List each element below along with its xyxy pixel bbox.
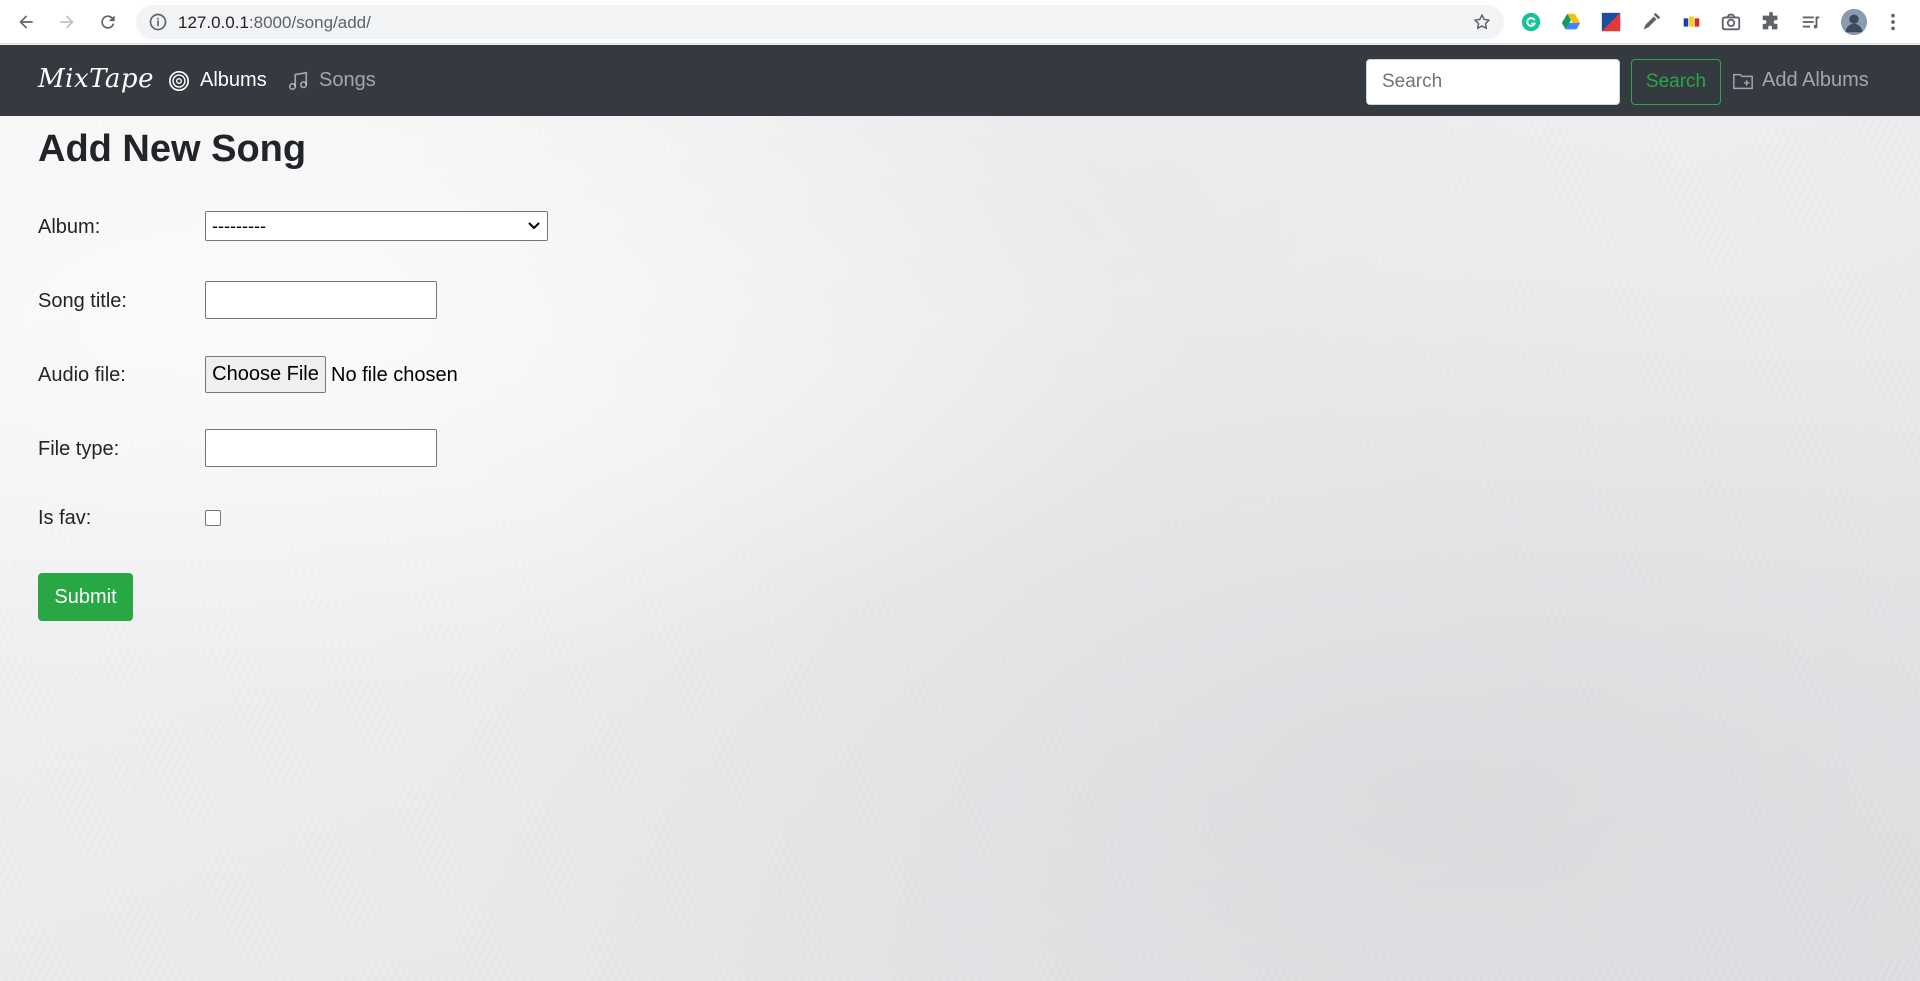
url-text: 127.0.0.1:8000/song/add/ xyxy=(178,13,371,33)
choose-file-button[interactable]: Choose File xyxy=(205,356,326,393)
song-title-input[interactable] xyxy=(205,281,437,319)
album-select[interactable]: --------- xyxy=(205,211,548,241)
nav-add-albums-label: Add Albums xyxy=(1762,69,1869,91)
is-fav-checkbox[interactable] xyxy=(205,510,221,526)
grammarly-icon[interactable] xyxy=(1518,9,1544,35)
puzzle-icon[interactable] xyxy=(1758,9,1784,35)
url-host: 127.0.0.1 xyxy=(178,13,249,32)
page-background xyxy=(0,45,1920,981)
eyedropper-icon[interactable] xyxy=(1638,9,1664,35)
album-label: Album: xyxy=(38,216,101,238)
brand-logo[interactable]: MixTape xyxy=(38,64,154,94)
navbar: MixTape Albums Songs Search Search Add A… xyxy=(0,45,1920,116)
reload-icon[interactable] xyxy=(94,8,122,36)
is-fav-label: Is fav: xyxy=(38,507,92,529)
folder-plus-icon xyxy=(1733,73,1753,89)
search-input[interactable]: Search xyxy=(1366,59,1620,105)
google-drive-icon[interactable] xyxy=(1558,9,1584,35)
file-type-label: File type: xyxy=(38,438,120,460)
album-select-value: --------- xyxy=(212,216,266,236)
nav-albums[interactable]: Albums xyxy=(168,69,267,92)
page-title: Add New Song xyxy=(38,128,307,170)
nav-add-albums[interactable]: Add Albums xyxy=(1732,69,1869,92)
forward-arrow-icon[interactable] xyxy=(53,8,81,36)
playlist-icon[interactable] xyxy=(1798,9,1824,35)
profile-avatar[interactable] xyxy=(1839,7,1869,37)
nav-songs[interactable]: Songs xyxy=(287,69,376,92)
nav-albums-label: Albums xyxy=(200,69,267,91)
camera-icon[interactable] xyxy=(1718,9,1744,35)
disc-icon xyxy=(169,70,189,91)
bookmark-star-icon[interactable] xyxy=(1472,12,1492,32)
file-type-input[interactable] xyxy=(205,429,437,467)
browser-toolbar: 127.0.0.1:8000/song/add/ xyxy=(0,0,1920,44)
color-extension-icon[interactable] xyxy=(1678,9,1704,35)
chevron-down-icon xyxy=(528,222,540,230)
music-note-icon xyxy=(288,71,308,90)
audio-file-label: Audio file: xyxy=(38,364,126,386)
song-title-label: Song title: xyxy=(38,290,127,312)
nav-songs-label: Songs xyxy=(319,69,376,91)
file-status-text: No file chosen xyxy=(331,364,458,386)
url-path: :8000/song/add/ xyxy=(248,13,371,32)
search-button[interactable]: Search xyxy=(1631,59,1721,105)
menu-kebab-icon[interactable] xyxy=(1880,9,1906,35)
extension-flag-icon[interactable] xyxy=(1598,9,1624,35)
site-info-icon[interactable] xyxy=(148,12,168,32)
address-bar[interactable]: 127.0.0.1:8000/song/add/ xyxy=(136,5,1504,39)
back-arrow-icon[interactable] xyxy=(12,8,40,36)
submit-button[interactable]: Submit xyxy=(38,573,133,621)
